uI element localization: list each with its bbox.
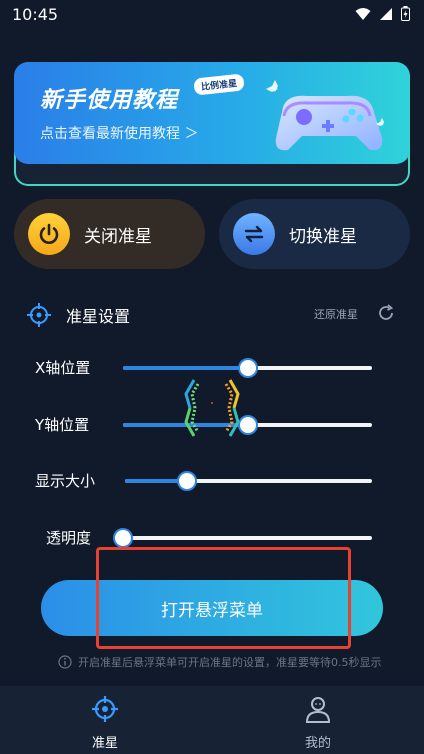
banner-card[interactable]: 新手使用教程 比例准星 点击查看最新使用教程 ＞ <box>14 62 410 164</box>
wifi-icon <box>355 7 371 20</box>
crosshair-preview <box>184 379 240 437</box>
gamepad-illustration <box>266 80 384 151</box>
crosshair-tab-icon <box>92 696 118 722</box>
tab-profile-label: 我的 <box>304 736 331 751</box>
x-position-thumb[interactable] <box>237 358 258 378</box>
refresh-icon[interactable] <box>376 303 396 323</box>
user-icon <box>305 697 331 723</box>
size-thumb[interactable] <box>176 471 197 491</box>
battery-icon <box>401 6 410 21</box>
crosshair-settings-header: 准星设置 还原准星 <box>26 300 400 328</box>
status-icons <box>355 6 410 21</box>
banner-subtitle[interactable]: 点击查看最新使用教程 ＞ <box>40 123 198 143</box>
opacity-slider-row: 透明度 <box>0 523 424 553</box>
size-label: 显示大小 <box>35 472 96 490</box>
opacity-slider[interactable] <box>123 536 372 540</box>
info-icon <box>58 655 72 669</box>
hint-row: 开启准星后悬浮菜单可开启准星的设置，准星要等待0.5秒显示 <box>58 654 398 670</box>
reset-crosshair-label[interactable]: 还原准星 <box>314 306 358 322</box>
hint-text: 开启准星后悬浮菜单可开启准星的设置，准星要等待0.5秒显示 <box>78 656 382 669</box>
close-crosshair-button[interactable]: 关闭准星 <box>14 199 205 269</box>
close-crosshair-label: 关闭准星 <box>84 226 152 247</box>
opacity-label: 透明度 <box>46 529 92 547</box>
size-slider[interactable] <box>125 479 372 483</box>
banner-badge: 比例准星 <box>193 73 245 96</box>
x-position-fill <box>123 366 248 370</box>
tab-profile[interactable]: 我的 <box>268 694 368 751</box>
crosshair-icon <box>27 303 51 327</box>
tab-crosshair-label: 准星 <box>91 736 118 751</box>
x-position-label: X轴位置 <box>35 359 91 377</box>
signal-icon <box>380 7 392 20</box>
settings-title: 准星设置 <box>66 307 131 326</box>
status-bar: 10:45 <box>0 0 424 30</box>
power-icon <box>28 213 70 255</box>
action-buttons: 关闭准星 切换准星 <box>14 199 410 269</box>
open-floating-menu-button[interactable]: 打开悬浮菜单 <box>41 580 383 636</box>
y-position-label: Y轴位置 <box>35 416 90 434</box>
switch-crosshair-button[interactable]: 切换准星 <box>219 199 410 269</box>
tutorial-banner[interactable]: 新手使用教程 比例准星 点击查看最新使用教程 ＞ <box>14 62 410 186</box>
swap-arrows-icon <box>233 213 275 255</box>
size-slider-row: 显示大小 <box>0 466 424 496</box>
opacity-thumb[interactable] <box>113 528 133 548</box>
banner-title: 新手使用教程 <box>40 88 179 113</box>
status-time: 10:45 <box>12 5 59 24</box>
switch-crosshair-label: 切换准星 <box>289 226 357 247</box>
tab-crosshair[interactable]: 准星 <box>55 694 155 751</box>
bottom-tab-bar: 准星 我的 <box>0 686 424 754</box>
